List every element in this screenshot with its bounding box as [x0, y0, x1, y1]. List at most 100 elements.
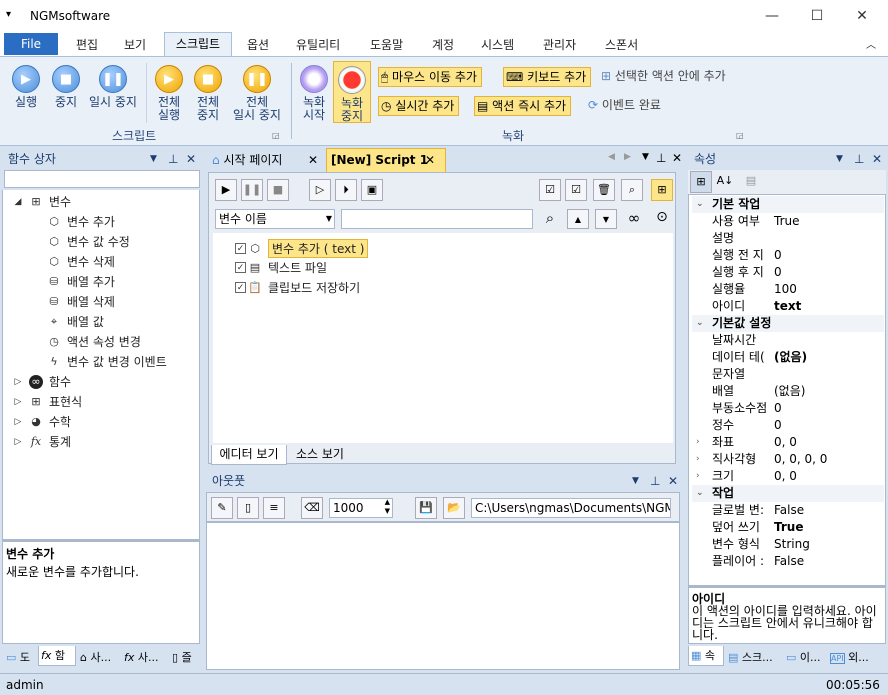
property-row[interactable]: 실행 전 지 0 [692, 247, 884, 264]
spinner-icon[interactable]: ▲ ▼ [385, 498, 390, 516]
folder-icon[interactable]: 📂 [443, 497, 465, 519]
tab-editor-view[interactable]: 에디터 보기 [211, 445, 287, 465]
property-row[interactable]: 아이디 text [692, 298, 884, 315]
tab-script-1[interactable]: [New] Script 1 ✕ [326, 148, 446, 172]
property-row[interactable]: 변수 형식 String [692, 536, 884, 553]
property-row[interactable]: 플레이어 : False [692, 553, 884, 570]
check-all-button[interactable]: ☑ [539, 179, 561, 201]
tree-item-add-variable[interactable]: ⬡ 변수 추가 [47, 213, 115, 230]
log-path-field[interactable]: C:\Users\ngmas\Documents\NGM6\ [471, 498, 671, 518]
add-in-selected-action-button[interactable]: ⊞ 선택한 액션 안에 추가 [599, 67, 730, 87]
more-icon[interactable]: ⊙ [651, 209, 673, 229]
property-row[interactable]: 날짜시간 [692, 332, 884, 349]
tab-functions[interactable]: fx 함 [38, 646, 76, 666]
infinity-icon[interactable]: ∞ [623, 209, 645, 229]
property-value[interactable]: 0, 0 [774, 468, 797, 485]
close-tab-icon[interactable]: ✕ [308, 150, 318, 170]
property-value[interactable]: 100 [774, 281, 797, 298]
action-row[interactable]: ✓ ▤ 텍스트 파일 [235, 259, 327, 276]
menu-edit[interactable]: 편집 [76, 36, 98, 53]
tree-item-edit-variable[interactable]: ⬡ 변수 값 수정 [47, 233, 130, 250]
close-panel-icon[interactable]: ✕ [872, 148, 882, 170]
property-category[interactable]: ⌄ 작업 [692, 485, 884, 502]
minimize-button[interactable]: — [752, 4, 792, 28]
search-icon[interactable]: ⌕ [621, 179, 643, 201]
menu-sponsor[interactable]: 스폰서 [605, 36, 638, 53]
tree-node-variables[interactable]: ◢ ⊞ 변수 [13, 193, 72, 210]
editor-step-into-button[interactable]: ⏵ [335, 179, 357, 201]
expand-icon[interactable]: ▷ [13, 395, 23, 409]
categorized-icon[interactable]: ⊞ [690, 171, 712, 193]
property-value[interactable]: 0, 0, 0, 0 [774, 451, 827, 468]
menu-script[interactable]: 스크립트 [164, 32, 232, 57]
new-log-button[interactable]: ▯ [237, 497, 259, 519]
checkbox-checked-icon[interactable]: ✓ [235, 243, 246, 254]
stop-button[interactable]: ■ 중지 [48, 65, 84, 109]
run-button[interactable]: ▶ 실행 [8, 65, 44, 109]
checkbox-checked-icon[interactable]: ✓ [235, 262, 246, 273]
close-editor-icon[interactable]: ✕ [672, 151, 682, 165]
collapse-ribbon-icon[interactable]: ︿ [866, 36, 876, 51]
search-input[interactable] [341, 209, 533, 229]
menu-admin[interactable]: 관리자 [543, 36, 576, 53]
tab-toolbox[interactable]: ▭ 도 [4, 648, 38, 668]
property-row[interactable]: 덮어 쓰기 True [692, 519, 884, 536]
move-up-button[interactable]: ▲ [567, 209, 589, 229]
menu-file[interactable]: File [4, 33, 58, 55]
line-count-stepper[interactable]: 1000 ▲ ▼ [329, 498, 393, 518]
property-pages-icon[interactable]: ▤ [740, 171, 762, 193]
record-group-launcher-icon[interactable]: ◲ [736, 131, 744, 140]
script-group-launcher-icon[interactable]: ◲ [272, 131, 280, 140]
sort-alpha-icon[interactable]: A↓ [714, 171, 736, 193]
property-row[interactable]: › 좌표 0, 0 [692, 434, 884, 451]
pin-icon[interactable]: ⊥ [650, 470, 660, 492]
menu-view[interactable]: 보기 [124, 36, 146, 53]
tab-user-actions[interactable]: ⌂ 사... [78, 648, 120, 668]
search-icon[interactable]: ⌕ [539, 209, 561, 229]
list-icon[interactable]: ≡ [263, 497, 285, 519]
pause-button[interactable]: ❚❚ 일시 중지 [86, 65, 140, 109]
property-value[interactable]: (없음) [774, 349, 807, 366]
property-value[interactable]: String [774, 536, 810, 553]
delete-button[interactable]: 🗑 [593, 179, 615, 201]
tree-view-button[interactable]: ⊞ [651, 179, 673, 201]
property-value[interactable]: 0 [774, 247, 782, 264]
property-row[interactable]: 배열 (없음) [692, 383, 884, 400]
close-button[interactable]: ✕ [842, 4, 882, 28]
tree-item-delete-variable[interactable]: ⬡ 변수 삭제 [47, 253, 115, 270]
tab-scripts[interactable]: ▤ 스크... [726, 648, 782, 668]
tab-list-icon[interactable]: ▼ [642, 152, 649, 162]
tab-external[interactable]: API 외... [828, 648, 884, 668]
close-tab-icon[interactable]: ✕ [425, 149, 435, 171]
close-panel-icon[interactable]: ✕ [186, 148, 196, 170]
property-row[interactable]: 실행 후 지 0 [692, 264, 884, 281]
system-menu-icon[interactable]: ▾ [6, 9, 11, 20]
pin-icon[interactable]: ⊥ [168, 148, 178, 170]
property-row[interactable]: 정수 0 [692, 417, 884, 434]
property-row[interactable]: › 크기 0, 0 [692, 468, 884, 485]
pin-icon[interactable]: ⊥ [656, 151, 666, 165]
property-row[interactable]: 데이터 테((없음) [692, 349, 884, 366]
event-done-button[interactable]: ⟳ 이벤트 완료 [586, 96, 665, 116]
collapse-icon[interactable]: ⌄ [696, 315, 704, 332]
menu-utility[interactable]: 유틸리티 [296, 36, 340, 53]
run-all-button[interactable]: ▶ 전체 실행 [150, 65, 188, 122]
property-value[interactable]: 0, 0 [774, 434, 797, 451]
property-value[interactable]: text [774, 298, 801, 315]
tab-images[interactable]: ▭ 이... [784, 648, 824, 668]
action-row[interactable]: ✓ ⬡ 변수 추가 ( text ) [235, 239, 369, 258]
scroll-right-icon[interactable]: ▶ [624, 152, 631, 162]
expand-icon[interactable]: ▷ [13, 435, 23, 449]
tree-item-change-action-property[interactable]: ◷ 액션 속성 변경 [47, 333, 141, 350]
function-search-input[interactable] [4, 170, 200, 188]
expand-icon[interactable]: › [696, 468, 700, 485]
editor-step-button[interactable]: ▷ [309, 179, 331, 201]
property-value[interactable]: True [774, 519, 803, 536]
editor-play-button[interactable]: ▶ [215, 179, 237, 201]
property-row[interactable]: › 직사각형 0, 0, 0, 0 [692, 451, 884, 468]
property-value[interactable]: (없음) [774, 383, 805, 400]
tab-source-view[interactable]: 소스 보기 [289, 445, 351, 463]
check-selected-button[interactable]: ☑ [565, 179, 587, 201]
property-row[interactable]: 글로벌 변: False [692, 502, 884, 519]
menu-account[interactable]: 계정 [432, 36, 454, 53]
